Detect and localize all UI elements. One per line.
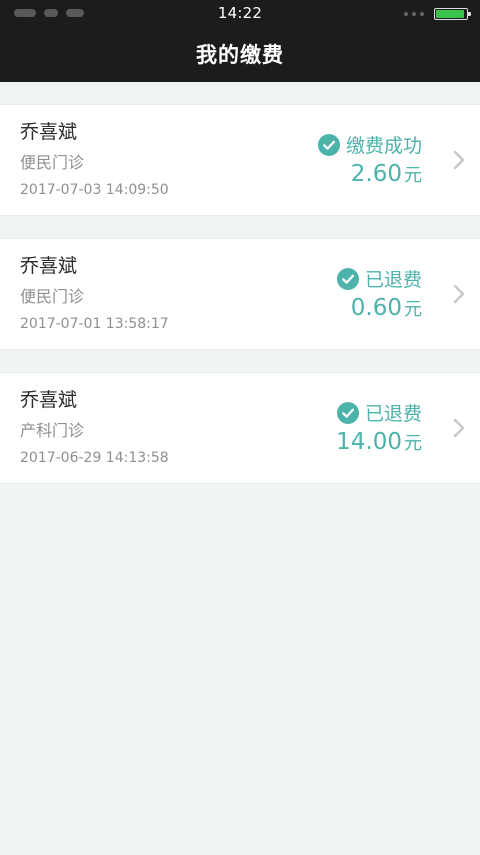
status-bar: 14:22 bbox=[0, 0, 480, 28]
status-label: 已退费 bbox=[364, 269, 422, 291]
payment-status: 已退费 bbox=[336, 399, 422, 426]
check-circle-icon bbox=[317, 133, 340, 156]
payment-time: 2017-06-29 14:13:58 bbox=[20, 450, 169, 466]
payment-status: 已退费 bbox=[336, 265, 422, 292]
amount-value: 2.60 bbox=[350, 161, 402, 187]
payment-record-item[interactable]: 乔喜斌 便民门诊 2017-07-01 13:58:17 已退费 0.60 元 bbox=[0, 238, 480, 350]
payment-record-item[interactable]: 乔喜斌 产科门诊 2017-06-29 14:13:58 已退费 14.00 元 bbox=[0, 372, 480, 484]
chevron-right-icon bbox=[453, 150, 465, 170]
page-title: 我的缴费 bbox=[196, 43, 284, 67]
check-circle-icon bbox=[336, 401, 359, 424]
amount-value: 14.00 bbox=[336, 429, 402, 455]
payment-time: 2017-07-01 13:58:17 bbox=[20, 316, 169, 332]
department: 便民门诊 bbox=[20, 153, 85, 172]
chevron-right-icon bbox=[453, 418, 465, 438]
amount-unit: 元 bbox=[404, 299, 422, 320]
chevron-right-icon bbox=[453, 284, 465, 304]
patient-name: 乔喜斌 bbox=[20, 389, 78, 411]
payment-amount: 14.00 元 bbox=[336, 429, 422, 455]
department: 便民门诊 bbox=[20, 287, 85, 306]
patient-name: 乔喜斌 bbox=[20, 121, 78, 143]
status-label: 已退费 bbox=[364, 403, 422, 425]
amount-unit: 元 bbox=[404, 165, 422, 186]
signal-dots-icon bbox=[404, 12, 424, 16]
status-label: 缴费成功 bbox=[345, 135, 422, 157]
payment-list: 乔喜斌 便民门诊 2017-07-03 14:09:50 缴费成功 2.60 元… bbox=[0, 104, 480, 506]
payment-time: 2017-07-03 14:09:50 bbox=[20, 182, 169, 198]
payment-amount: 0.60 元 bbox=[351, 295, 422, 321]
payment-amount: 2.60 元 bbox=[351, 161, 422, 187]
payment-status: 缴费成功 bbox=[317, 131, 422, 158]
department: 产科门诊 bbox=[20, 421, 85, 440]
amount-unit: 元 bbox=[404, 433, 422, 454]
check-circle-icon bbox=[336, 267, 359, 290]
amount-value: 0.60 bbox=[350, 295, 402, 321]
payment-record-item[interactable]: 乔喜斌 便民门诊 2017-07-03 14:09:50 缴费成功 2.60 元 bbox=[0, 104, 480, 216]
patient-name: 乔喜斌 bbox=[20, 255, 78, 277]
battery-icon bbox=[434, 8, 471, 20]
app-header: 14:22 我的缴费 bbox=[0, 0, 480, 82]
